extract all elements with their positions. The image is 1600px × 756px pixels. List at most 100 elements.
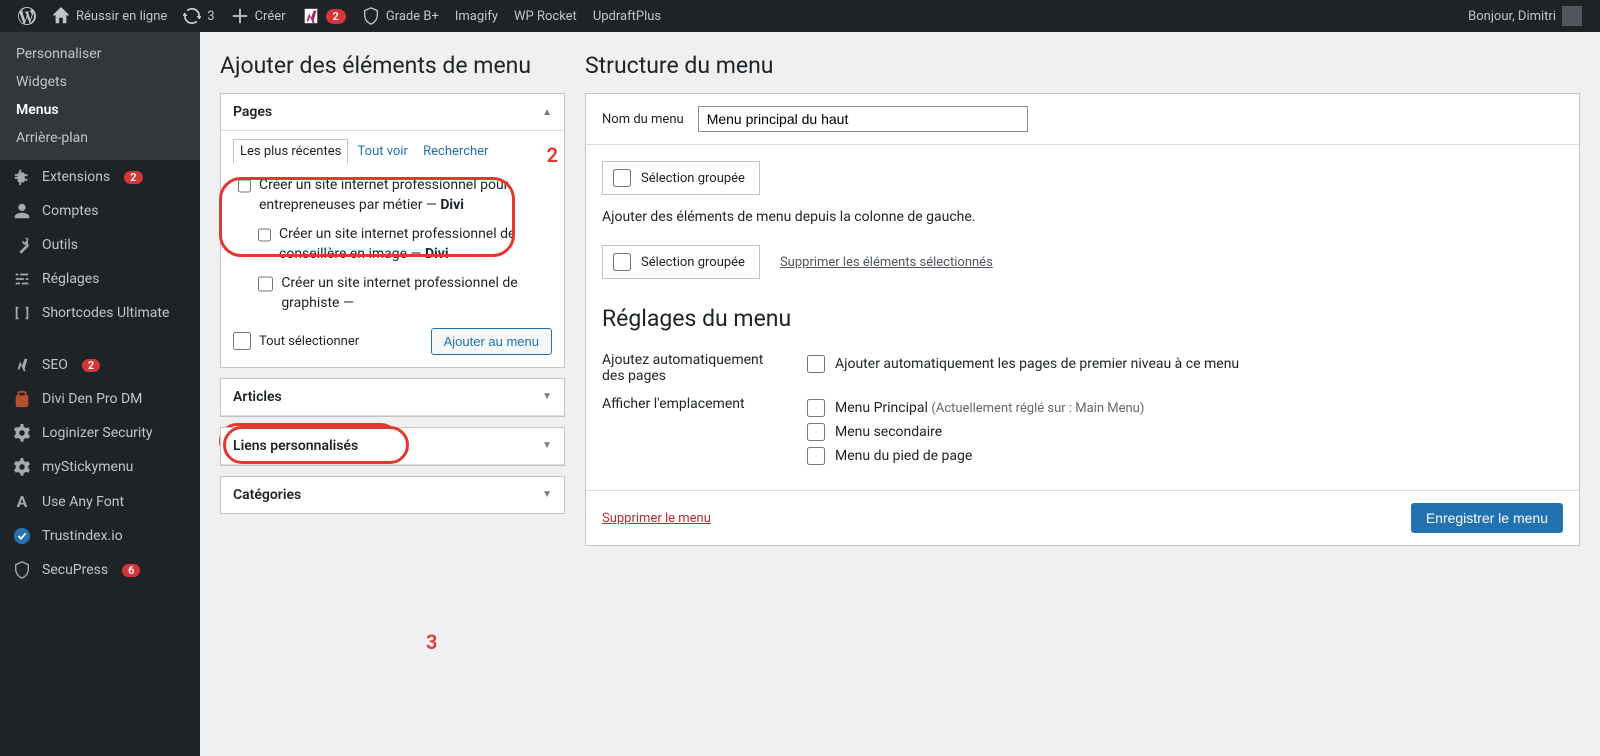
loc-checkbox[interactable] <box>807 399 825 417</box>
tab-all[interactable]: Tout voir <box>352 140 414 163</box>
new-content[interactable]: Créer <box>223 0 294 32</box>
hint-text: Ajouter des éléments de menu depuis la c… <box>602 209 1563 225</box>
page-checkbox[interactable] <box>258 275 273 293</box>
sidebar-loginizer[interactable]: Loginizer Security <box>0 416 200 450</box>
menu-name-label: Nom du menu <box>602 112 684 127</box>
check-icon <box>12 527 32 545</box>
sidebar-menus[interactable]: Menus <box>0 96 200 124</box>
greeting: Bonjour, Dimitri <box>1468 9 1556 24</box>
wprocket[interactable]: WP Rocket <box>506 0 585 32</box>
sidebar-widgets[interactable]: Widgets <box>0 68 200 96</box>
menu-structure-column: Structure du menu Nom du menu Sélection … <box>585 32 1580 756</box>
menu-name-input[interactable] <box>698 106 1028 132</box>
account[interactable]: Bonjour, Dimitri <box>1460 0 1590 32</box>
yoast[interactable]: 2 <box>294 0 354 32</box>
sidebar-extensions[interactable]: Extensions2 <box>0 160 200 194</box>
admin-bar: Réussir en ligne 3 Créer 2 Grade B+ Imag… <box>0 0 1600 32</box>
page-item[interactable]: Créer un site internet professionnel de … <box>234 220 551 269</box>
bag-icon <box>12 390 32 408</box>
menu-settings-heading: Réglages du menu <box>602 305 1563 332</box>
gear-icon <box>12 424 32 442</box>
page-item[interactable]: Créer un site internet professionnel de … <box>234 269 551 318</box>
update-icon <box>183 7 201 25</box>
delete-menu-link[interactable]: Supprimer le menu <box>602 511 711 526</box>
location-label: Afficher l'emplacement <box>602 396 777 412</box>
tab-recent[interactable]: Les plus récentes <box>233 139 348 164</box>
loc-checkbox[interactable] <box>807 447 825 465</box>
auto-add-checkbox[interactable] <box>807 355 825 373</box>
expand-icon: ▼ <box>542 489 552 500</box>
select-all-checkbox[interactable] <box>233 332 251 350</box>
links-panel-head[interactable]: Liens personnalisés▼ <box>221 428 564 465</box>
tab-search[interactable]: Rechercher <box>417 140 494 163</box>
auto-add-option[interactable]: Ajouter automatiquement les pages de pre… <box>807 352 1563 376</box>
yoast-badge: 2 <box>326 9 346 24</box>
save-menu-button[interactable]: Enregistrer le menu <box>1411 503 1563 533</box>
avatar <box>1562 6 1582 26</box>
sidebar-secupress[interactable]: SecuPress6 <box>0 553 200 587</box>
add-items-title: Ajouter des éléments de menu <box>220 32 565 93</box>
loc-checkbox[interactable] <box>807 423 825 441</box>
annotation-2: 2 <box>547 143 558 167</box>
plus-icon <box>231 7 249 25</box>
yoast-icon <box>12 356 32 374</box>
group-checkbox[interactable] <box>613 253 631 271</box>
updates-count: 3 <box>207 9 214 24</box>
pages-panel-head[interactable]: Pages▲ <box>221 94 564 131</box>
select-all[interactable]: Tout sélectionner <box>233 332 359 350</box>
shield-icon <box>362 7 380 25</box>
add-to-menu-button[interactable]: Ajouter au menu <box>431 328 552 355</box>
categories-panel-head[interactable]: Catégories▼ <box>221 477 564 513</box>
updraft[interactable]: UpdraftPlus <box>585 0 669 32</box>
sidebar-dividen[interactable]: Divi Den Pro DM <box>0 382 200 416</box>
page-checkbox[interactable] <box>238 177 251 195</box>
shield[interactable]: Grade B+ <box>354 0 447 32</box>
sidebar-seo[interactable]: SEO2 <box>0 348 200 382</box>
sidebar-outils[interactable]: Outils <box>0 228 200 262</box>
articles-panel-head[interactable]: Articles▼ <box>221 379 564 416</box>
wp-logo[interactable] <box>10 0 44 32</box>
sidebar-sticky[interactable]: myStickymenu <box>0 450 200 484</box>
categories-panel: Catégories▼ <box>220 476 565 514</box>
group-selection-2[interactable]: Sélection groupée <box>602 245 760 279</box>
wordpress-icon <box>18 7 36 25</box>
structure-title: Structure du menu <box>585 32 1580 93</box>
delete-selected-link[interactable]: Supprimer les éléments sélectionnés <box>780 255 993 270</box>
loc-option-2[interactable]: Menu secondaire <box>807 420 1563 444</box>
user-icon <box>12 202 32 220</box>
sidebar-arriere-plan[interactable]: Arrière-plan <box>0 124 200 152</box>
sidebar-personnaliser[interactable]: Personnaliser <box>0 40 200 68</box>
loc-option-1[interactable]: Menu Principal (Actuellement réglé sur :… <box>807 396 1563 420</box>
expand-icon: ▼ <box>542 440 552 451</box>
updates[interactable]: 3 <box>175 0 222 32</box>
gear-icon <box>12 458 32 476</box>
sidebar-comptes[interactable]: Comptes <box>0 194 200 228</box>
grade-label: Grade B+ <box>386 9 439 24</box>
sidebar-useanyfont[interactable]: AUse Any Font <box>0 484 200 519</box>
imagify[interactable]: Imagify <box>447 0 506 32</box>
shield-icon <box>12 561 32 579</box>
site-home[interactable]: Réussir en ligne <box>44 0 175 32</box>
home-icon <box>52 7 70 25</box>
create-label: Créer <box>255 9 286 24</box>
group-checkbox[interactable] <box>613 169 631 187</box>
page-list[interactable]: Créer un site internet professionnel pou… <box>233 170 552 320</box>
collapse-icon: ▲ <box>542 107 552 118</box>
plugin-icon <box>12 168 32 186</box>
sidebar-trustindex[interactable]: Trustindex.io <box>0 519 200 553</box>
links-panel: Liens personnalisés▼ <box>220 427 565 466</box>
sidebar-shortcodes[interactable]: Shortcodes Ultimate <box>0 296 200 330</box>
font-icon: A <box>12 492 32 511</box>
page-checkbox[interactable] <box>258 226 271 244</box>
pages-panel: Pages▲ Les plus récentes Tout voir Reche… <box>220 93 565 368</box>
sliders-icon <box>12 270 32 288</box>
extensions-count: 2 <box>124 171 142 184</box>
yoast-icon <box>302 7 320 25</box>
site-name: Réussir en ligne <box>76 9 167 24</box>
menu-box: Nom du menu Sélection groupée Ajouter de… <box>585 93 1580 546</box>
sidebar-reglages[interactable]: Réglages <box>0 262 200 296</box>
articles-panel: Articles▼ <box>220 378 565 417</box>
page-item[interactable]: Créer un site internet professionnel pou… <box>234 171 551 220</box>
loc-option-3[interactable]: Menu du pied de page <box>807 444 1563 468</box>
group-selection[interactable]: Sélection groupée <box>602 161 760 195</box>
